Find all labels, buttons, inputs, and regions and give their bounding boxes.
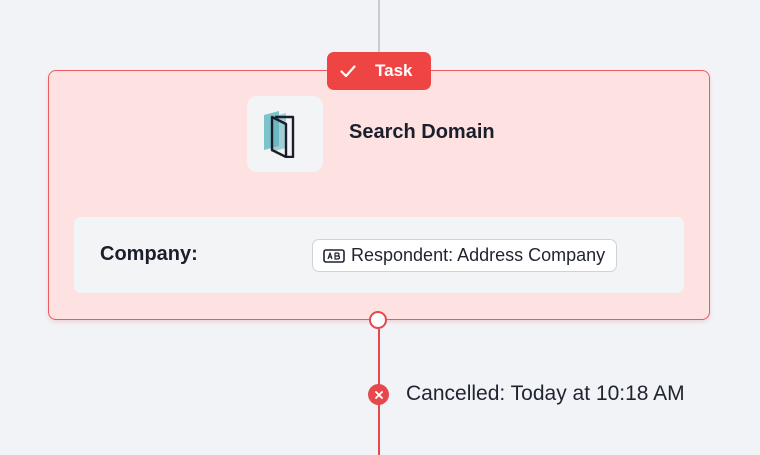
app-icon-tile	[247, 96, 323, 172]
connector-line-top	[378, 0, 380, 56]
text-field-icon	[323, 248, 345, 263]
task-badge-label: Task	[375, 61, 413, 80]
status-text: Cancelled: Today at 10:18 AM	[406, 382, 685, 405]
field-value-text: Respondent: Address Company	[351, 245, 606, 265]
cancelled-status-dot	[368, 384, 389, 405]
task-badge: Task	[327, 52, 431, 90]
field-label: Company:	[100, 243, 198, 265]
field-value-pill[interactable]: Respondent: Address Company	[312, 239, 618, 272]
search-domain-app-icon	[264, 111, 295, 158]
connection-handle[interactable]	[369, 311, 387, 329]
x-icon	[374, 390, 383, 399]
app-title: Search Domain	[349, 121, 495, 143]
check-icon	[340, 65, 356, 78]
field-row-company: Company: Respondent: Address Company	[74, 217, 684, 293]
